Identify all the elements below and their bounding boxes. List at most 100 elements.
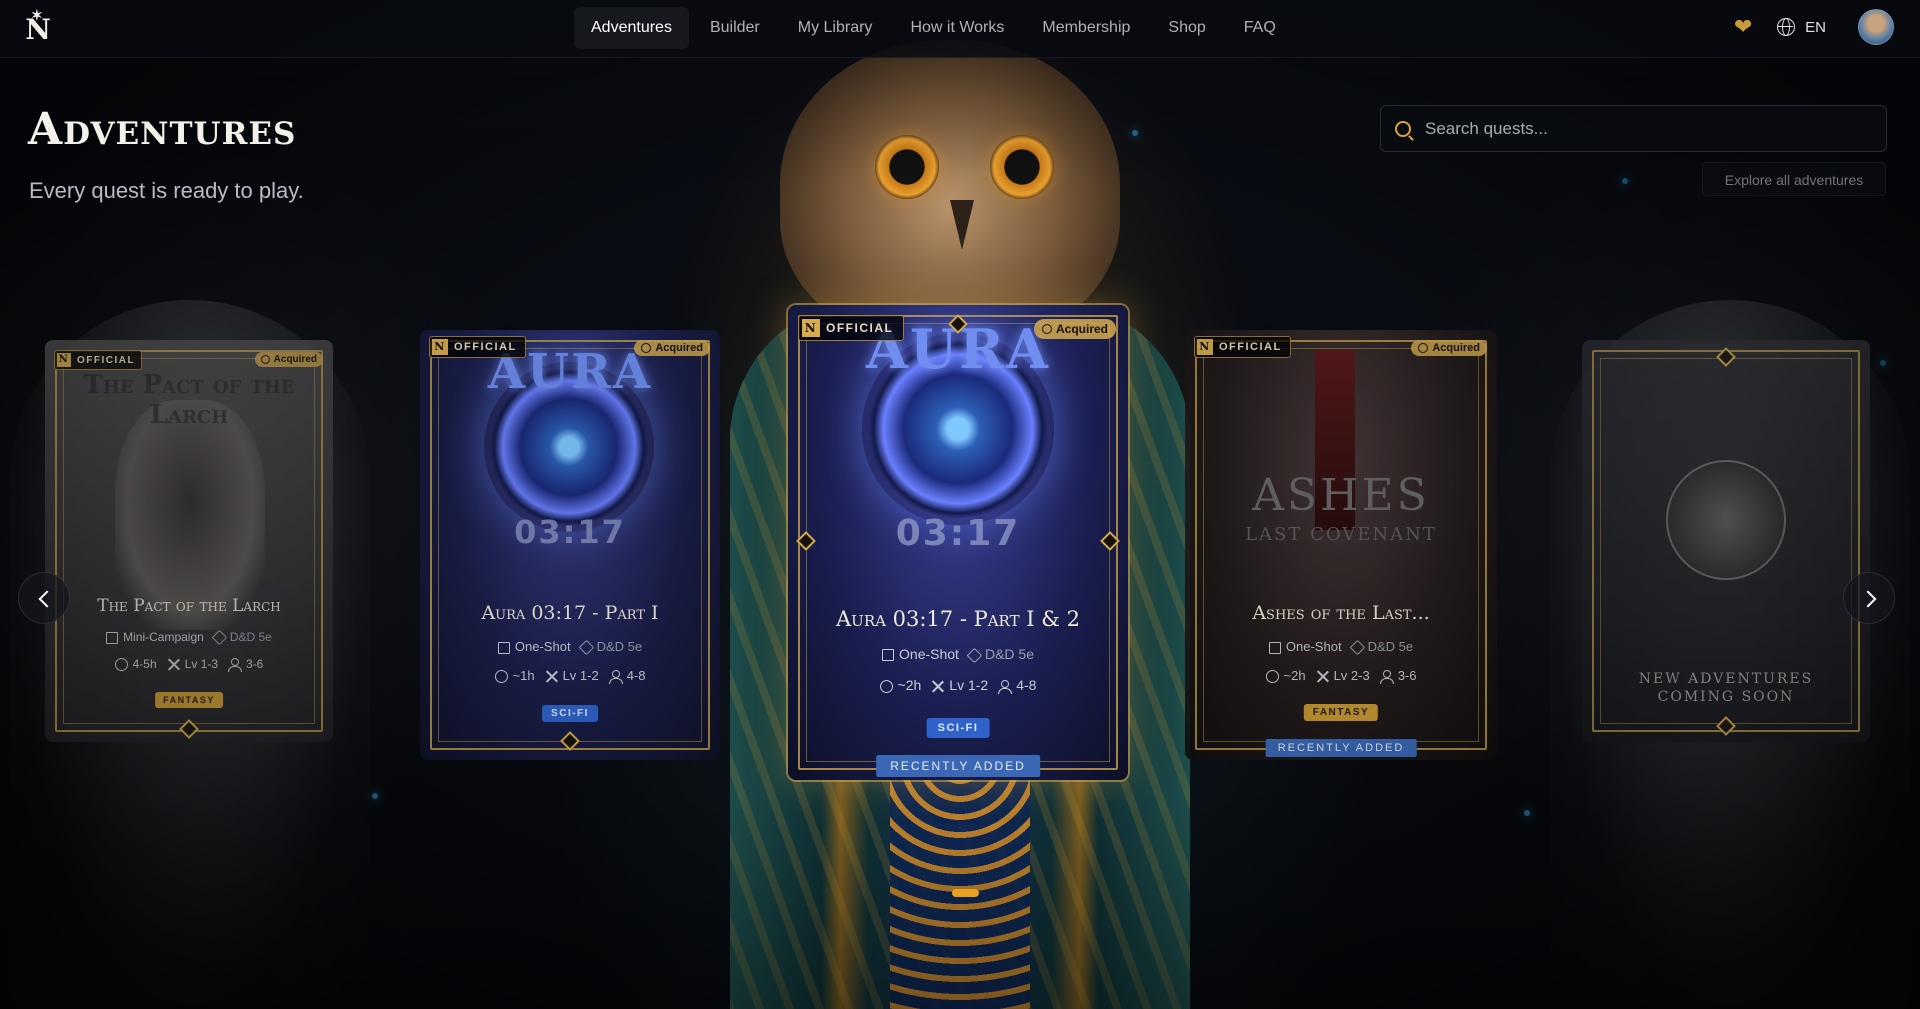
- players: 3-6: [246, 657, 264, 671]
- nav-membership[interactable]: Membership: [1025, 7, 1147, 49]
- n-logo-icon: N: [1197, 339, 1213, 355]
- users-icon: [998, 679, 1013, 694]
- card-meta-row: One-Shot D&D 5e: [1185, 639, 1497, 656]
- coming-soon-label: NEW ADVENTURES COMING SOON: [1638, 671, 1814, 705]
- official-badge-label: OFFICIAL: [1219, 341, 1282, 353]
- players: 4-8: [626, 668, 646, 683]
- user-avatar[interactable]: [1858, 9, 1894, 45]
- globe-icon: [1777, 18, 1796, 36]
- official-badge-label: OFFICIAL: [454, 341, 517, 353]
- card-title: Ashes of the Last...: [1252, 602, 1430, 624]
- adventure-card[interactable]: The Pact of the Larch N OFFICIAL Acquire…: [45, 340, 333, 742]
- acquired-badge: Acquired: [634, 340, 710, 356]
- acquired-label: Acquired: [273, 354, 317, 365]
- official-badge: N OFFICIAL: [54, 350, 143, 370]
- official-badge: N OFFICIAL: [429, 336, 526, 358]
- brand-logo[interactable]: N: [24, 0, 52, 48]
- official-badge: N OFFICIAL: [1194, 336, 1291, 358]
- card-title: Aura 03:17 - Part I: [481, 602, 659, 624]
- duration: ~2h: [897, 677, 922, 693]
- acquired-label: Acquired: [655, 342, 703, 354]
- clock-icon: [494, 670, 508, 684]
- nav-links: Adventures Builder My Library How it Wor…: [574, 7, 1293, 49]
- card-stats-row: ~2h Lv 1-2 4-8: [788, 677, 1128, 694]
- card-stats-row: ~2h Lv 2-3 3-6: [1185, 668, 1497, 685]
- swords-icon: [931, 680, 944, 693]
- clock-icon: [1265, 670, 1279, 684]
- players: 3-6: [1397, 668, 1417, 683]
- card-title: The Pact of the Larch: [97, 596, 281, 616]
- clock-icon: [114, 658, 128, 672]
- search-box: [1380, 105, 1887, 152]
- duration: ~1h: [512, 668, 535, 683]
- users-icon: [1379, 670, 1394, 685]
- players: 4-8: [1016, 677, 1037, 693]
- level: Lv 2-3: [1333, 668, 1370, 683]
- nav-my-library[interactable]: My Library: [781, 7, 890, 49]
- card-meta-row: Mini-Campaign D&D 5e: [45, 630, 333, 646]
- card-art-subtitle: LAST COVENANT: [1245, 524, 1437, 545]
- format: One-Shot: [514, 639, 571, 654]
- card-art-time: 03:17: [895, 513, 1021, 554]
- card-stats-row: ~1h Lv 1-2 4-8: [420, 668, 720, 685]
- card-art-title: ASHES: [1252, 470, 1430, 521]
- genre-badge: SCI-FI: [542, 705, 598, 722]
- book-icon: [106, 631, 119, 644]
- acquired-badge: Acquired: [1411, 340, 1487, 356]
- language-selector[interactable]: EN: [1777, 18, 1826, 36]
- genre-badge: FANTASY: [1303, 704, 1379, 721]
- tag-icon: [211, 630, 228, 646]
- swords-icon: [1316, 670, 1329, 683]
- recently-added-badge: RECENTLY ADDED: [876, 755, 1040, 777]
- duration: 4-5h: [132, 657, 157, 671]
- adventure-card[interactable]: ASHES LAST COVENANT N OFFICIAL Acquired …: [1185, 330, 1497, 760]
- book-icon: [1268, 641, 1281, 654]
- level: Lv 1-3: [184, 657, 219, 671]
- carousel-indicator[interactable]: [952, 889, 979, 897]
- recently-added-badge: RECENTLY ADDED: [1265, 739, 1417, 757]
- language-code: EN: [1805, 18, 1826, 36]
- check-icon: [641, 343, 652, 353]
- official-badge: N OFFICIAL: [798, 315, 905, 341]
- card-meta-row: One-Shot D&D 5e: [420, 639, 720, 656]
- check-icon: [1041, 324, 1052, 334]
- acquired-label: Acquired: [1055, 322, 1108, 336]
- page-title: Adventures: [28, 104, 297, 155]
- adventure-card[interactable]: AURA 03:17 N OFFICIAL Acquired Aura 03:1…: [420, 330, 720, 760]
- level: Lv 1-2: [949, 677, 989, 693]
- acquired-badge: Acquired: [1033, 319, 1116, 339]
- users-icon: [608, 670, 623, 685]
- book-icon: [497, 641, 510, 654]
- card-art-time: 03:17: [514, 513, 626, 551]
- clock-icon: [879, 679, 893, 693]
- coming-soon-card: NEW ADVENTURES COMING SOON: [1582, 340, 1870, 742]
- nav-how-it-works[interactable]: How it Works: [893, 7, 1021, 49]
- nav-adventures[interactable]: Adventures: [574, 7, 689, 49]
- nav-builder[interactable]: Builder: [693, 7, 777, 49]
- heart-icon[interactable]: ❤: [1731, 16, 1755, 38]
- card-meta-row: One-Shot D&D 5e: [788, 646, 1128, 664]
- adventure-card-featured[interactable]: AURA 03:17 N OFFICIAL Acquired Aura 03:1…: [788, 305, 1128, 780]
- official-badge-label: OFFICIAL: [826, 321, 894, 335]
- owl-emblem-icon: [1666, 460, 1786, 580]
- carousel-prev-button[interactable]: [18, 572, 70, 624]
- explore-all-button[interactable]: Explore all adventures: [1702, 162, 1886, 196]
- genre-badge: FANTASY: [155, 692, 223, 708]
- nav-shop[interactable]: Shop: [1151, 7, 1222, 49]
- swords-icon: [167, 658, 180, 671]
- system: D&D 5e: [229, 630, 272, 644]
- tag-icon: [966, 647, 983, 664]
- acquired-badge: Acquired: [254, 352, 323, 367]
- check-icon: [1418, 343, 1429, 353]
- genre-badge: SCI-FI: [926, 718, 990, 738]
- tag-icon: [1349, 639, 1365, 656]
- n-logo-icon: N: [57, 353, 71, 367]
- card-title: Aura 03:17 - Part I & 2: [836, 607, 1080, 631]
- carousel-next-button[interactable]: [1843, 572, 1895, 624]
- format: One-Shot: [1285, 639, 1342, 654]
- search-input[interactable]: [1425, 118, 1865, 139]
- acquired-label: Acquired: [1432, 342, 1480, 354]
- nav-faq[interactable]: FAQ: [1227, 7, 1293, 49]
- level: Lv 1-2: [562, 668, 599, 683]
- system: D&D 5e: [1367, 639, 1414, 654]
